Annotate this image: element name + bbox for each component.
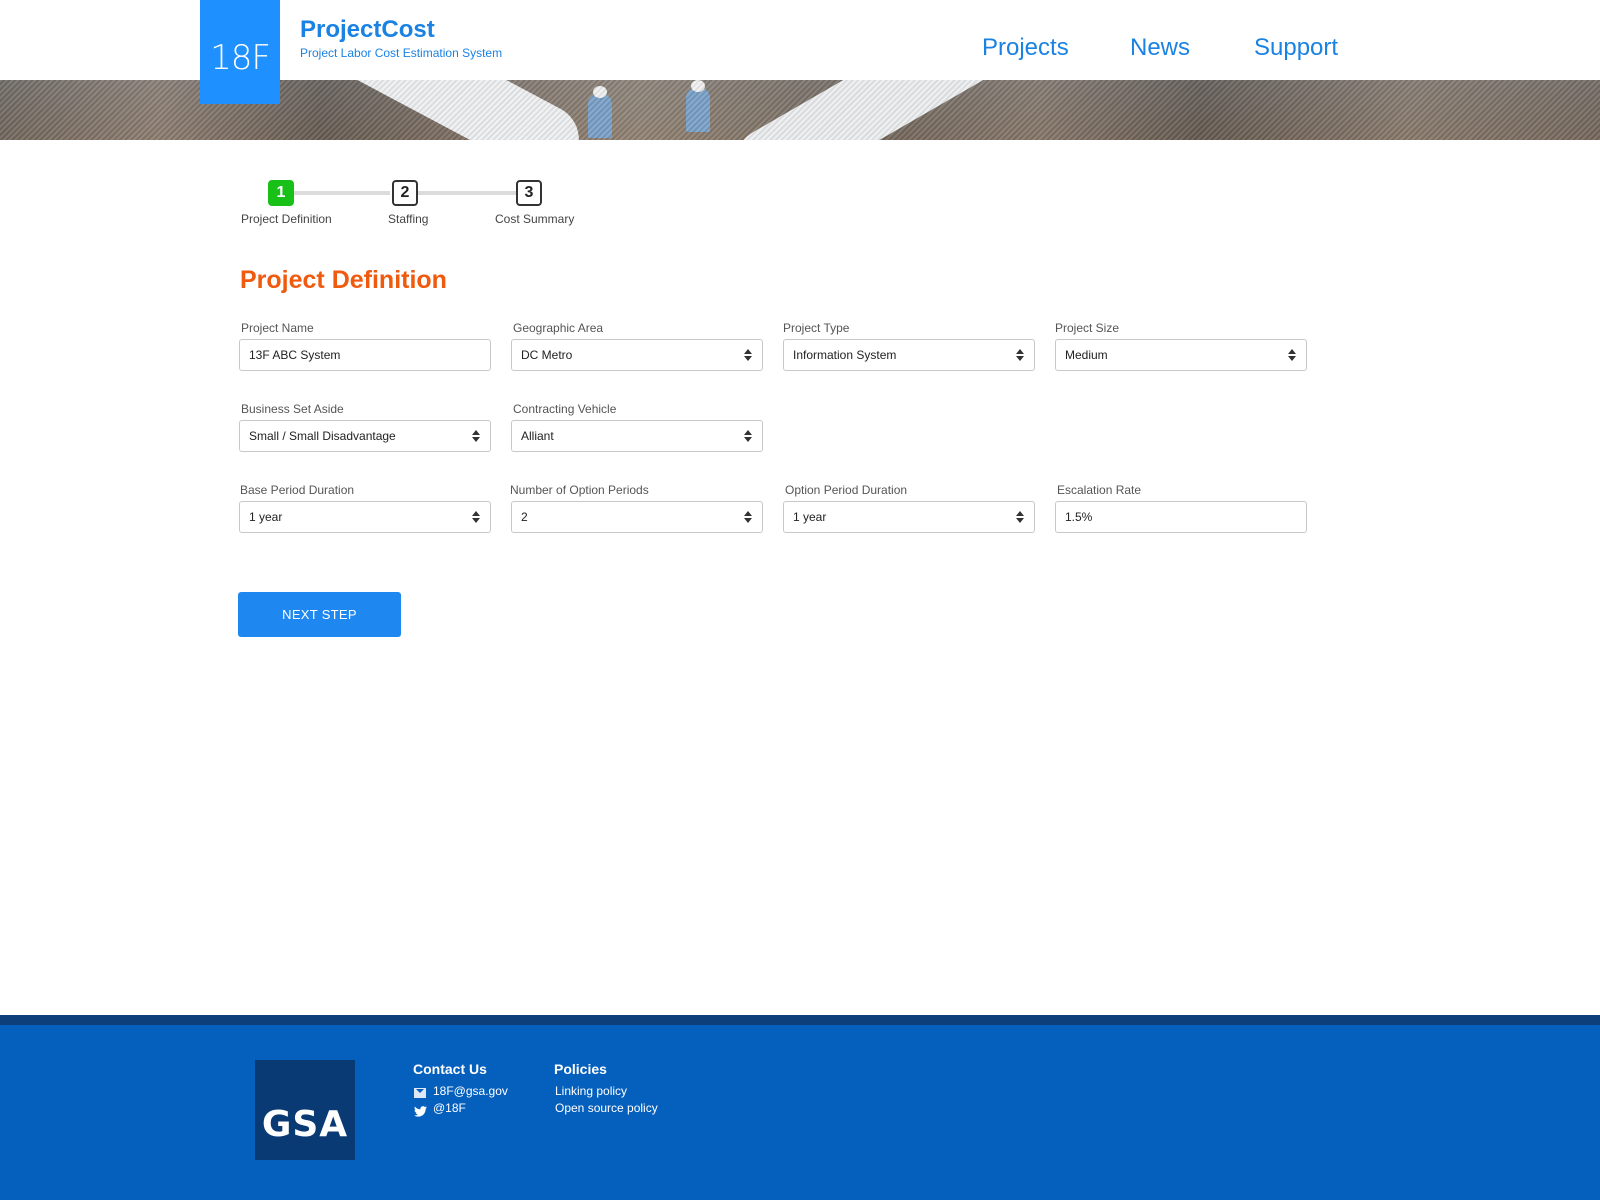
contracting-vehicle-value: Alliant [521,429,554,443]
policies-heading: Policies [554,1061,607,1077]
select-arrows-icon [1287,348,1297,362]
contact-heading: Contact Us [413,1061,487,1077]
business-set-aside-label: Business Set Aside [241,402,344,416]
select-arrows-icon [743,348,753,362]
twitter-icon [414,1104,427,1117]
geographic-area-label: Geographic Area [513,321,604,335]
select-arrows-icon [1015,510,1025,524]
project-type-label: Project Type [783,321,850,335]
project-name-label: Project Name [241,321,314,335]
base-period-duration-label: Base Period Duration [240,483,355,497]
business-set-aside-value: Small / Small Disadvantage [249,429,396,443]
step-connector [290,191,390,195]
page-title: Project Definition [240,266,447,294]
select-arrows-icon [1015,348,1025,362]
option-period-duration-select[interactable]: 1 year [783,501,1035,533]
next-step-button[interactable]: NEXT STEP [238,592,401,637]
select-arrows-icon [471,429,481,443]
number-of-option-periods-select[interactable]: 2 [511,501,763,533]
top-header: 18F ProjectCost Project Labor Cost Estim… [0,0,1600,104]
footer-stripe [0,1015,1600,1025]
step-2-indicator[interactable]: 2 [392,180,418,206]
project-type-value: Information System [793,348,897,362]
mail-icon [414,1088,426,1098]
nav-support[interactable]: Support [1254,34,1338,62]
escalation-rate-input[interactable]: 1.5% [1055,501,1307,533]
contact-twitter-link[interactable]: @18F [433,1101,466,1115]
nav-projects[interactable]: Projects [982,34,1069,62]
project-type-select[interactable]: Information System [783,339,1035,371]
option-period-duration-label: Option Period Duration [785,483,908,497]
gsa-logo[interactable]: GSA [255,1060,355,1160]
contracting-vehicle-label: Contracting Vehicle [513,402,617,416]
project-size-value: Medium [1065,348,1108,362]
app-title[interactable]: ProjectCost [300,16,435,44]
nav-news[interactable]: News [1130,34,1190,62]
option-period-duration-value: 1 year [793,510,827,524]
project-name-value: 13F ABC System [249,348,341,362]
select-arrows-icon [743,429,753,443]
number-of-option-periods-value: 2 [521,510,528,524]
geographic-area-select[interactable]: DC Metro [511,339,763,371]
step-2-label: Staffing [388,212,429,226]
select-arrows-icon [743,510,753,524]
logo-text: 18F [210,38,271,78]
number-of-option-periods-label: Number of Option Periods [510,483,649,497]
business-set-aside-select[interactable]: Small / Small Disadvantage [239,420,491,452]
step-connector [410,191,520,195]
footer: GSA Contact Us Policies [0,1025,1600,1200]
project-size-label: Project Size [1055,321,1120,335]
select-arrows-icon [471,510,481,524]
app-subtitle: Project Labor Cost Estimation System [300,46,503,60]
project-size-select[interactable]: Medium [1055,339,1307,371]
escalation-rate-value: 1.5% [1065,510,1093,524]
progress-stepper: 1 2 3 Project Definition Staffing Cost S… [240,180,580,230]
base-period-duration-value: 1 year [249,510,283,524]
escalation-rate-label: Escalation Rate [1057,483,1142,497]
open-source-policy-link[interactable]: Open source policy [555,1101,658,1115]
step-3-indicator[interactable]: 3 [516,180,542,206]
step-1-indicator[interactable]: 1 [268,180,294,206]
base-period-duration-select[interactable]: 1 year [239,501,491,533]
step-3-label: Cost Summary [495,212,575,226]
geographic-area-value: DC Metro [521,348,573,362]
step-1-label: Project Definition [241,212,332,226]
18f-logo[interactable]: 18F [200,0,280,104]
gsa-logo-text: GSA [261,1104,349,1145]
linking-policy-link[interactable]: Linking policy [555,1084,627,1098]
project-name-input[interactable]: 13F ABC System [239,339,491,371]
contracting-vehicle-select[interactable]: Alliant [511,420,763,452]
contact-email-link[interactable]: 18F@gsa.gov [433,1084,508,1098]
